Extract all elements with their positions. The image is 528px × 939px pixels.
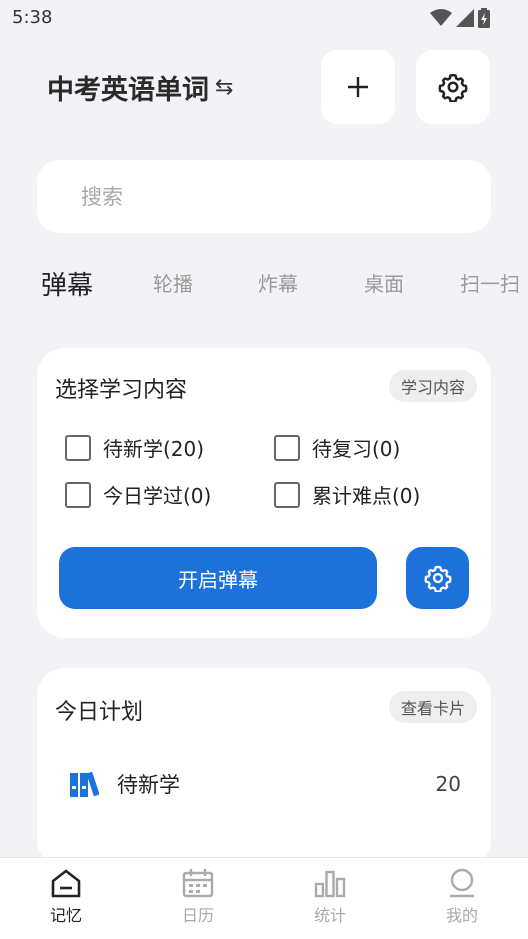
checkbox[interactable] <box>274 434 300 461</box>
books-icon <box>70 771 99 797</box>
today-plan-card: 今日计划 查看卡片 待新学 20 <box>37 668 491 868</box>
option-learned-today[interactable]: 今日学过(0) <box>65 480 211 509</box>
tab-danmaku[interactable]: 弹幕 <box>41 265 93 302</box>
add-button[interactable] <box>321 50 395 124</box>
status-bar: 5:38 <box>0 0 528 36</box>
nav-label: 记忆 <box>49 906 82 925</box>
nav-profile[interactable]: 我的 <box>422 868 502 926</box>
option-review[interactable]: 待复习(0) <box>274 433 400 462</box>
option-label: 今日学过(0) <box>103 484 212 508</box>
nav-memory[interactable]: 记忆 <box>26 868 106 926</box>
plus-icon <box>348 77 368 97</box>
nav-label: 日历 <box>181 906 214 925</box>
study-content-pill[interactable]: 学习内容 <box>388 370 477 402</box>
home-icon <box>51 869 81 898</box>
select-content-card: 选择学习内容 学习内容 待新学(20) 待复习(0) 今日学过(0) 累计难点(… <box>37 348 491 638</box>
nav-stats[interactable]: 统计 <box>290 868 370 926</box>
tab-scan[interactable]: 扫一扫 <box>460 268 520 297</box>
nav-label: 我的 <box>445 906 478 925</box>
tab-burst[interactable]: 炸幕 <box>258 268 298 297</box>
start-danmaku-button[interactable]: 开启弹幕 <box>59 547 377 609</box>
search-input[interactable] <box>81 184 491 209</box>
tab-desktop[interactable]: 桌面 <box>364 268 404 297</box>
gear-icon <box>423 565 452 592</box>
option-difficult[interactable]: 累计难点(0) <box>274 480 420 509</box>
checkbox[interactable] <box>274 481 300 508</box>
calendar-icon <box>182 869 214 898</box>
page-title-text: 中考英语单词 <box>47 75 209 106</box>
battery-icon <box>478 8 490 28</box>
gear-icon <box>438 73 468 102</box>
option-new-words[interactable]: 待新学(20) <box>65 433 204 462</box>
status-icons <box>430 8 490 28</box>
option-label: 待新学(20) <box>103 437 205 461</box>
bar-chart-icon <box>314 870 346 898</box>
wifi-icon <box>430 9 452 26</box>
bottom-nav: 记忆 日历 统计 我的 <box>0 857 528 939</box>
swap-icon[interactable]: ⇆ <box>215 75 233 100</box>
option-label: 累计难点(0) <box>312 484 421 508</box>
nav-calendar[interactable]: 日历 <box>158 868 238 926</box>
signal-icon <box>456 9 474 27</box>
card-title: 选择学习内容 <box>55 378 188 403</box>
danmaku-settings-button[interactable] <box>406 547 469 609</box>
nav-label: 统计 <box>313 906 346 925</box>
search-box[interactable] <box>37 160 491 233</box>
plan-count: 20 <box>435 772 461 796</box>
settings-button[interactable] <box>416 50 490 124</box>
checkbox[interactable] <box>65 481 91 508</box>
view-cards-pill[interactable]: 查看卡片 <box>388 691 477 723</box>
checkbox[interactable] <box>65 434 91 461</box>
profile-icon <box>450 868 474 898</box>
option-label: 待复习(0) <box>312 437 401 461</box>
tab-carousel[interactable]: 轮播 <box>153 268 193 297</box>
page-title[interactable]: 中考英语单词 ⇆ <box>47 68 233 107</box>
plan-label: 待新学 <box>117 773 180 797</box>
mode-tabs: 弹幕 轮播 炸幕 桌面 扫一扫 <box>0 268 528 316</box>
status-time: 5:38 <box>12 7 53 28</box>
plan-row-new[interactable]: 待新学 20 <box>69 766 469 802</box>
card-title: 今日计划 <box>55 700 144 725</box>
